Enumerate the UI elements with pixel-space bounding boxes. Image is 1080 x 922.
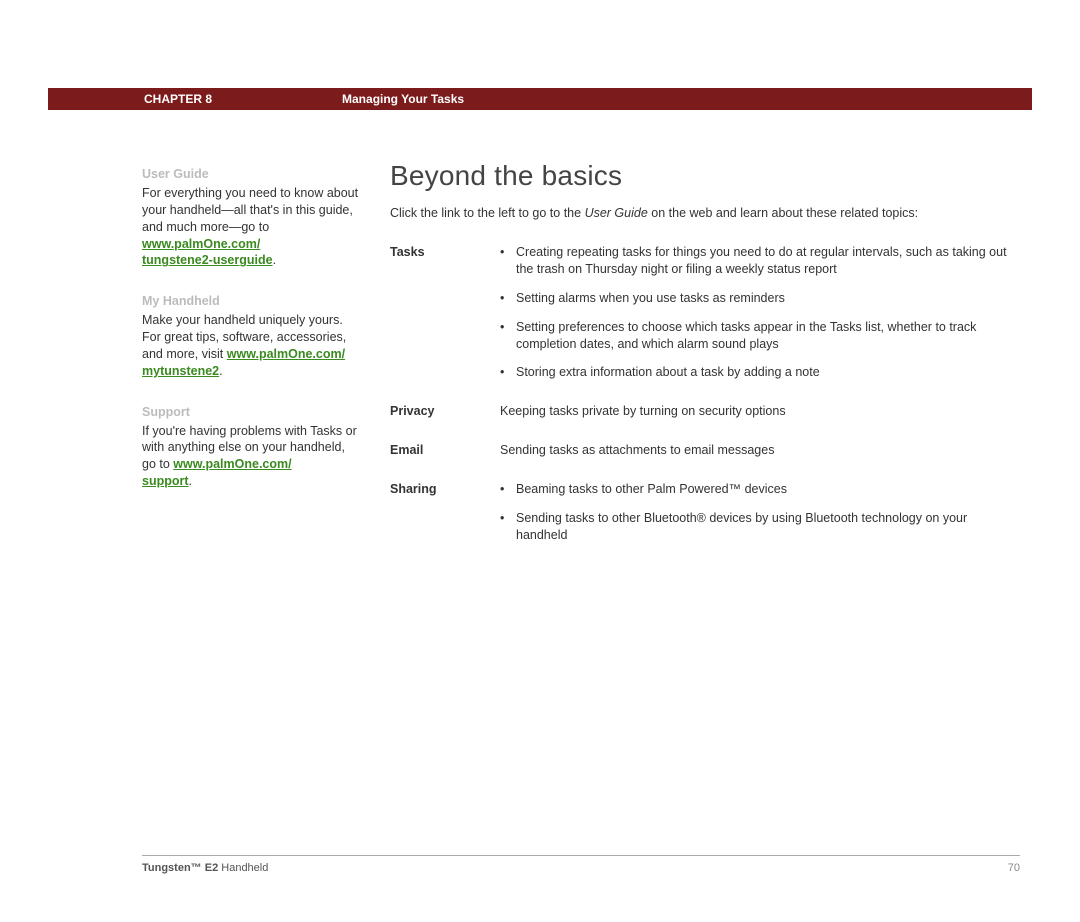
page-title: Beyond the basics <box>390 160 1020 192</box>
footer-rule <box>142 855 1020 856</box>
intro-prefix: Click the link to the left to go to the <box>390 206 585 220</box>
bullet-text: Setting preferences to choose which task… <box>516 319 1020 353</box>
topic-content: •Beaming tasks to other Palm Powered™ de… <box>500 481 1020 556</box>
topic-sharing: Sharing •Beaming tasks to other Palm Pow… <box>390 481 1020 556</box>
topic-tasks: Tasks •Creating repeating tasks for thin… <box>390 244 1020 393</box>
sidebar-text: Make your handheld uniquely yours. For g… <box>142 312 362 380</box>
bullet-icon: • <box>500 481 516 498</box>
user-guide-link[interactable]: www.palmOne.com/tungstene2-userguide <box>142 237 273 268</box>
list-item: •Sending tasks to other Bluetooth® devic… <box>500 510 1020 544</box>
topic-label: Tasks <box>390 244 500 259</box>
bullet-icon: • <box>500 244 516 278</box>
main-content: Beyond the basics Click the link to the … <box>390 160 1020 566</box>
period: . <box>219 364 222 378</box>
topic-text: Sending tasks as attachments to email me… <box>500 442 1020 459</box>
topic-content: Keeping tasks private by turning on secu… <box>500 403 1020 432</box>
list-item: •Beaming tasks to other Palm Powered™ de… <box>500 481 1020 498</box>
bullet-text: Sending tasks to other Bluetooth® device… <box>516 510 1020 544</box>
period: . <box>189 474 192 488</box>
topic-label: Email <box>390 442 500 457</box>
sidebar-user-guide: User Guide For everything you need to kn… <box>142 166 362 269</box>
footer-product-rest: Handheld <box>218 862 268 874</box>
topic-content: Sending tasks as attachments to email me… <box>500 442 1020 471</box>
topic-text: Keeping tasks private by turning on secu… <box>500 403 1020 420</box>
page-footer: Tungsten™ E2 Handheld 70 <box>142 855 1020 874</box>
sidebar-heading: Support <box>142 404 362 421</box>
sidebar-heading: User Guide <box>142 166 362 183</box>
footer-row: Tungsten™ E2 Handheld 70 <box>142 862 1020 874</box>
chapter-title: Managing Your Tasks <box>212 92 464 106</box>
list-item: •Setting alarms when you use tasks as re… <box>500 290 1020 307</box>
intro-emphasis: User Guide <box>585 206 648 220</box>
sidebar-my-handheld: My Handheld Make your handheld uniquely … <box>142 293 362 379</box>
footer-product: Tungsten™ E2 Handheld <box>142 862 268 874</box>
bullet-text: Creating repeating tasks for things you … <box>516 244 1020 278</box>
list-item: •Storing extra information about a task … <box>500 364 1020 381</box>
sidebar-support: Support If you're having problems with T… <box>142 404 362 490</box>
bullet-icon: • <box>500 364 516 381</box>
sidebar-heading: My Handheld <box>142 293 362 310</box>
sidebar-text: For everything you need to know about yo… <box>142 185 362 269</box>
bullet-icon: • <box>500 290 516 307</box>
bullet-icon: • <box>500 510 516 544</box>
period: . <box>273 253 276 267</box>
topic-content: •Creating repeating tasks for things you… <box>500 244 1020 393</box>
topic-label: Privacy <box>390 403 500 418</box>
bullet-icon: • <box>500 319 516 353</box>
sidebar: User Guide For everything you need to kn… <box>142 160 390 566</box>
chapter-header-bar: CHAPTER 8 Managing Your Tasks <box>48 88 1032 110</box>
bullet-text: Beaming tasks to other Palm Powered™ dev… <box>516 481 1020 498</box>
topic-privacy: Privacy Keeping tasks private by turning… <box>390 403 1020 432</box>
footer-product-bold: Tungsten™ E2 <box>142 862 218 874</box>
bullet-text: Setting alarms when you use tasks as rem… <box>516 290 1020 307</box>
page-body: User Guide For everything you need to kn… <box>142 160 1020 566</box>
list-item: •Creating repeating tasks for things you… <box>500 244 1020 278</box>
list-item: •Setting preferences to choose which tas… <box>500 319 1020 353</box>
bullet-text: Storing extra information about a task b… <box>516 364 1020 381</box>
topics-table: Tasks •Creating repeating tasks for thin… <box>390 244 1020 556</box>
sidebar-body-text: For everything you need to know about yo… <box>142 186 358 234</box>
intro-suffix: on the web and learn about these related… <box>648 206 918 220</box>
intro-text: Click the link to the left to go to the … <box>390 206 1020 220</box>
chapter-label: CHAPTER 8 <box>48 92 212 106</box>
topic-email: Email Sending tasks as attachments to em… <box>390 442 1020 471</box>
footer-page-number: 70 <box>1008 862 1020 874</box>
topic-label: Sharing <box>390 481 500 496</box>
sidebar-text: If you're having problems with Tasks or … <box>142 423 362 491</box>
